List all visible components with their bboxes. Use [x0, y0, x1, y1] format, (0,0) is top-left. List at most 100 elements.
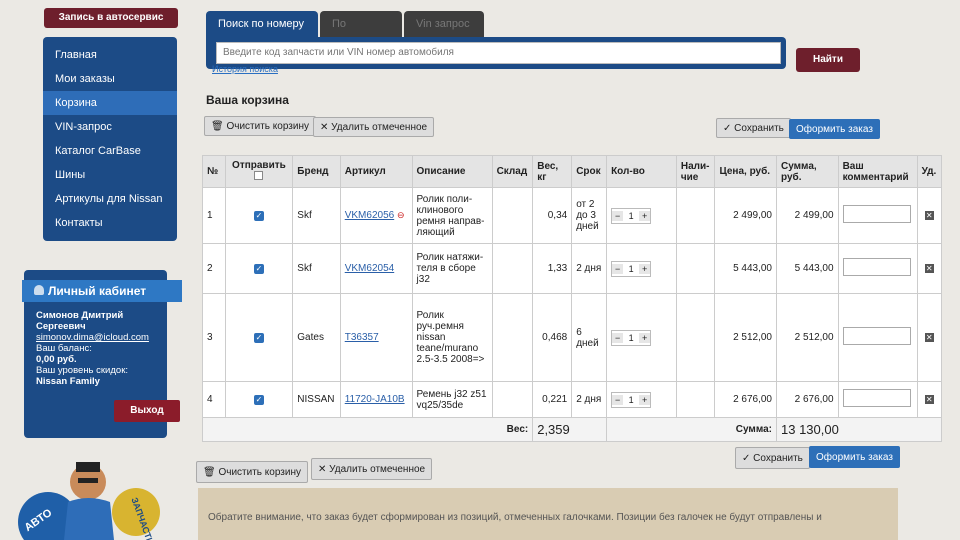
weight-cell: 0,221	[532, 381, 573, 418]
comment-input[interactable]	[842, 389, 911, 407]
save-button-top[interactable]: ✓ Сохранить	[716, 118, 791, 138]
quantity-value[interactable]: 1	[623, 263, 640, 274]
send-checkbox[interactable]: ✓	[253, 395, 264, 405]
cabinet-header: Личный кабинет	[22, 280, 182, 302]
description-cell: Ролик поли-клинового ремня направ-ляющий	[411, 187, 493, 244]
col-comment: Ваш комментарий	[837, 155, 918, 188]
save-label: Сохранить	[753, 453, 803, 464]
search-panel: По каталогам Vin запрос Поиск по номеру …	[200, 8, 950, 80]
col-stock: Нали-чие	[675, 155, 716, 188]
description-cell: Ремень j32 z51 vq25/35de	[411, 381, 493, 418]
decrease-button[interactable]: −	[612, 210, 624, 221]
col-send-label: Отправить	[232, 160, 286, 171]
clear-cart-button-top[interactable]: 🗑 Очистить корзину	[204, 116, 316, 136]
row-num: 3	[202, 293, 226, 382]
sku-link[interactable]: 11720-JA10B	[345, 394, 405, 405]
save-label: Сохранить	[734, 123, 784, 134]
weight-cell: 0,468	[532, 293, 573, 382]
logout-button[interactable]: Выход	[114, 400, 180, 422]
warehouse-cell	[491, 293, 534, 382]
table-header-row: № Отправить Бренд Артикул Описание Склад…	[202, 155, 943, 188]
comment-cell	[837, 381, 918, 418]
table-row: 2 ✓ Skf VKM62054 Ролик натяжи-теля в сбо…	[202, 243, 943, 294]
user-email-link[interactable]: simonov.dima@icloud.com	[36, 332, 166, 343]
comment-input[interactable]	[842, 258, 911, 276]
check-icon: ✓	[723, 123, 732, 134]
quantity-value[interactable]: 1	[623, 210, 640, 221]
col-description: Описание	[411, 155, 493, 188]
sku-link[interactable]: VKM62054	[345, 263, 394, 274]
quantity-value[interactable]: 1	[623, 332, 640, 343]
comment-cell	[837, 243, 918, 294]
sidebar-item-contacts[interactable]: Контакты	[43, 211, 177, 235]
tab-vin-request[interactable]: Vin запрос	[404, 11, 484, 37]
weight-cell: 1,33	[532, 243, 573, 294]
sidebar-item-nissan[interactable]: Артикулы для Nissan	[43, 187, 177, 211]
order-notice: Обратите внимание, что заказ будет сформ…	[198, 488, 898, 540]
sidebar-item-cart[interactable]: Корзина	[43, 91, 177, 115]
delete-cell: ✕	[916, 293, 943, 382]
delete-cell: ✕	[916, 187, 943, 244]
clear-cart-button-bottom[interactable]: 🗑 Очистить корзину	[196, 461, 308, 483]
decrease-button[interactable]: −	[612, 332, 624, 343]
tab-catalogs[interactable]: По каталогам	[320, 11, 402, 56]
save-button-bottom[interactable]: ✓ Сохранить	[735, 447, 810, 469]
send-cell: ✓	[224, 187, 294, 244]
quantity-value[interactable]: 1	[623, 394, 640, 405]
sidebar-item-carbase[interactable]: Каталог CarBase	[43, 139, 177, 163]
select-all-checkbox[interactable]	[254, 171, 264, 180]
delete-row-icon[interactable]: ✕	[924, 211, 934, 220]
sidebar-nav: Главная Мои заказы Корзина VIN-запрос Ка…	[43, 37, 177, 241]
brand-cell: Skf	[292, 243, 341, 294]
send-checkbox[interactable]: ✓	[253, 333, 264, 343]
decrease-button[interactable]: −	[612, 394, 624, 405]
increase-button[interactable]: +	[639, 263, 651, 274]
discount-value: Nissan Family	[36, 376, 100, 387]
comment-input[interactable]	[842, 205, 911, 223]
brand-cell: Skf	[292, 187, 341, 244]
delete-row-icon[interactable]: ✕	[924, 333, 934, 342]
sum-total-label: Сумма:	[606, 417, 777, 442]
delete-selected-button-bottom[interactable]: ✕ Удалить отмеченное	[311, 458, 433, 480]
sidebar-item-home[interactable]: Главная	[43, 43, 177, 67]
sku-cell: VKM62056 ⊖	[339, 187, 413, 244]
signup-service-button[interactable]: Запись в автосервис	[44, 8, 178, 28]
minus-circle-icon: ⊖	[396, 210, 405, 220]
totals-row: Вес: 2,359 Сумма: 13 130,00	[201, 417, 942, 442]
send-checkbox[interactable]: ✓	[253, 211, 264, 221]
tab-search-by-number[interactable]: Поиск по номеру	[206, 11, 318, 37]
place-order-button-top[interactable]: Оформить заказ	[789, 119, 880, 139]
search-input[interactable]	[216, 42, 781, 64]
sku-link[interactable]: VKM62056	[345, 210, 394, 221]
increase-button[interactable]: +	[639, 210, 651, 221]
send-checkbox[interactable]: ✓	[253, 264, 264, 274]
delete-row-icon[interactable]: ✕	[924, 264, 934, 273]
user-name: Симонов Дмитрий Сергеевич	[36, 310, 124, 332]
decrease-button[interactable]: −	[612, 263, 624, 274]
description-cell: Ролик натяжи-теля в сборе j32	[411, 243, 493, 294]
sidebar-item-my-orders[interactable]: Мои заказы	[43, 67, 177, 91]
col-term: Срок	[571, 155, 608, 188]
table-row: 1 ✓ Skf VKM62056 ⊖ Ролик поли-клинового …	[202, 187, 943, 244]
increase-button[interactable]: +	[639, 394, 651, 405]
comment-input[interactable]	[842, 327, 911, 345]
delete-selected-button-top[interactable]: ✕ Удалить отмеченное	[313, 117, 435, 137]
search-button[interactable]: Найти	[796, 48, 860, 72]
qty-cell: −1 +	[606, 243, 677, 294]
col-delete: Уд.	[916, 155, 943, 188]
col-price: Цена, руб.	[714, 155, 777, 188]
qty-cell: −1 +	[606, 187, 677, 244]
quantity-stepper: −1 +	[611, 391, 652, 408]
sku-link[interactable]: T36357	[345, 332, 379, 343]
stock-cell	[675, 293, 716, 382]
balance-value: 0,00 руб.	[36, 354, 77, 365]
qty-cell: −1 +	[606, 381, 677, 418]
sidebar-item-vin-request[interactable]: VIN-запрос	[43, 115, 177, 139]
mascot-logo: АВТО ЗАПЧАСТИ	[18, 462, 160, 540]
increase-button[interactable]: +	[639, 332, 651, 343]
sidebar-item-tires[interactable]: Шины	[43, 163, 177, 187]
delete-row-icon[interactable]: ✕	[924, 395, 934, 404]
sku-cell: T36357	[339, 293, 413, 382]
place-order-button-bottom[interactable]: Оформить заказ	[809, 446, 900, 468]
search-history-link[interactable]: История поиска	[212, 64, 278, 74]
